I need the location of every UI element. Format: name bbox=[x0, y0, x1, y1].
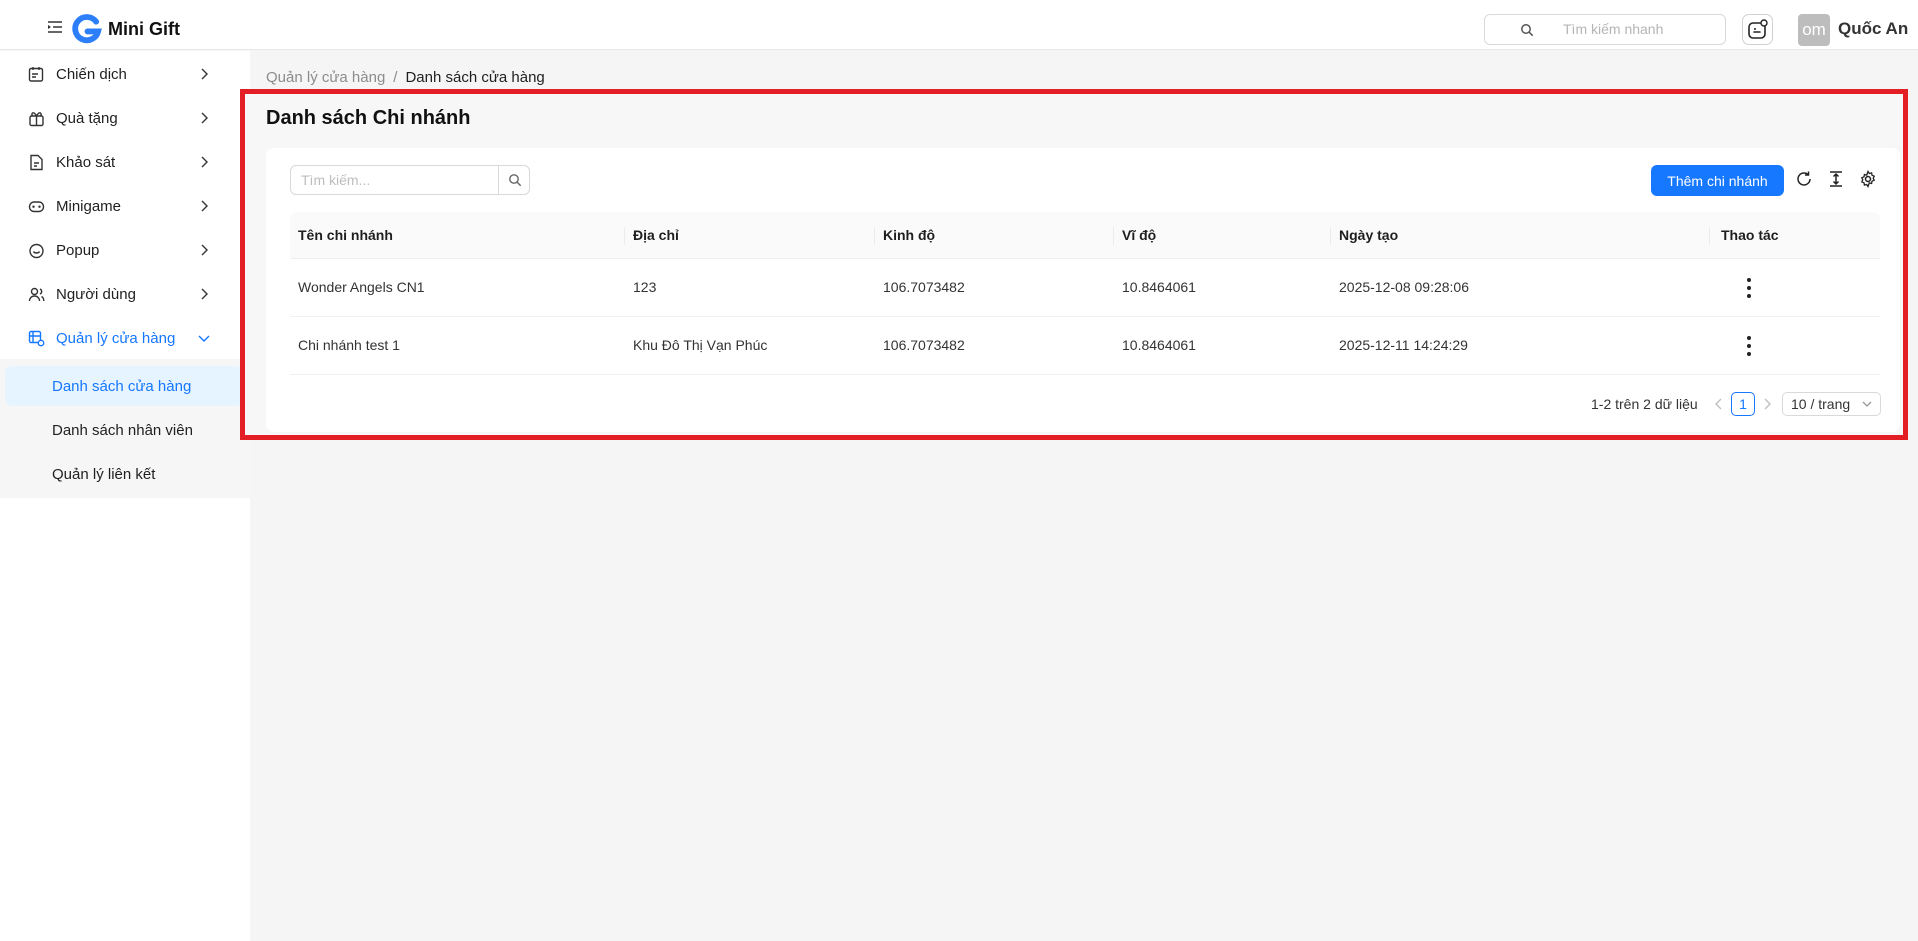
column-header-created-date[interactable]: Ngày tạo bbox=[1339, 227, 1398, 243]
chevron-right-icon bbox=[201, 68, 208, 80]
page-size-select[interactable]: 10 / trang bbox=[1782, 392, 1881, 416]
cell-branch-name: Chi nhánh test 1 bbox=[298, 337, 400, 353]
sidebar-item-label: Khảo sát bbox=[56, 154, 116, 171]
more-vertical-icon[interactable] bbox=[1742, 334, 1756, 358]
sidebar-item-label: Quản lý cửa hàng bbox=[56, 330, 176, 347]
avatar[interactable]: om bbox=[1798, 14, 1830, 46]
cell-address: 123 bbox=[633, 279, 657, 295]
pagination-page-1[interactable]: 1 bbox=[1731, 392, 1755, 416]
add-branch-button[interactable]: Thêm chi nhánh bbox=[1651, 165, 1784, 196]
chevron-down-icon bbox=[198, 335, 210, 342]
sidebar-subitem-label: Danh sách nhân viên bbox=[52, 422, 193, 439]
chevron-left-icon[interactable] bbox=[1714, 397, 1724, 411]
page-title: Danh sách Chi nhánh bbox=[266, 107, 471, 129]
cell-longitude: 106.7073482 bbox=[883, 337, 965, 353]
sidebar-subitem-store-list[interactable]: Danh sách cửa hàng bbox=[5, 366, 243, 406]
search-icon bbox=[508, 174, 521, 187]
column-divider bbox=[1330, 227, 1331, 245]
cell-latitude: 10.8464061 bbox=[1122, 279, 1196, 295]
cell-longitude: 106.7073482 bbox=[883, 279, 965, 295]
document-icon bbox=[30, 154, 43, 171]
breadcrumb-current: Danh sách cửa hàng bbox=[405, 69, 545, 86]
sidebar-item-label: Quà tặng bbox=[56, 110, 118, 127]
column-height-icon[interactable] bbox=[1827, 170, 1845, 188]
column-header-longitude[interactable]: Kinh độ bbox=[883, 227, 935, 243]
sidebar-item-label: Chiến dịch bbox=[56, 66, 127, 83]
chevron-right-icon bbox=[201, 200, 208, 212]
user-name[interactable]: Quốc An bbox=[1838, 19, 1908, 39]
quick-search-input[interactable] bbox=[1563, 21, 1713, 37]
sidebar-subitem-link-management[interactable]: Quản lý liên kết bbox=[5, 454, 243, 494]
quick-search-box[interactable] bbox=[1484, 14, 1726, 45]
sidebar-item-survey[interactable]: Khảo sát bbox=[0, 142, 250, 182]
chevron-right-icon bbox=[201, 288, 208, 300]
column-divider bbox=[1113, 227, 1114, 245]
column-header-address[interactable]: Địa chỉ bbox=[633, 227, 679, 243]
top-header: Mini Gift om Quốc An bbox=[0, 0, 1918, 50]
sidebar-subitem-staff-list[interactable]: Danh sách nhân viên bbox=[5, 410, 243, 450]
sidebar-item-label: Người dùng bbox=[56, 286, 136, 303]
more-vertical-icon[interactable] bbox=[1742, 276, 1756, 300]
chat-bot-icon bbox=[1747, 18, 1768, 39]
sidebar-subitem-label: Quản lý liên kết bbox=[52, 466, 156, 483]
gift-icon bbox=[29, 112, 44, 127]
users-icon bbox=[28, 287, 45, 302]
breadcrumb-separator: / bbox=[393, 69, 398, 86]
menu-fold-icon[interactable] bbox=[47, 20, 63, 34]
sidebar-item-campaign[interactable]: Chiến dịch bbox=[0, 54, 250, 94]
column-header-latitude[interactable]: Vĩ độ bbox=[1122, 227, 1156, 243]
table-search-box[interactable] bbox=[290, 165, 530, 195]
chevron-right-icon bbox=[201, 112, 208, 124]
chevron-down-icon bbox=[1862, 401, 1872, 407]
support-chat-button[interactable] bbox=[1742, 14, 1773, 45]
cell-created-date: 2025-12-08 09:28:06 bbox=[1339, 279, 1469, 295]
sidebar-item-popup[interactable]: Popup bbox=[0, 230, 250, 270]
app-name: Mini Gift bbox=[108, 19, 180, 39]
table-header: Tên chi nhánh Địa chỉ Kinh độ Vĩ độ Ngày… bbox=[290, 212, 1880, 259]
column-header-name[interactable]: Tên chi nhánh bbox=[298, 227, 393, 243]
sidebar-item-users[interactable]: Người dùng bbox=[0, 274, 250, 314]
cell-address: Khu Đô Thị Vạn Phúc bbox=[633, 337, 768, 353]
breadcrumb-parent-link[interactable]: Quản lý cửa hàng bbox=[266, 69, 385, 86]
cell-branch-name: Wonder Angels CN1 bbox=[298, 279, 425, 295]
table-row[interactable]: Wonder Angels CN1 123 106.7073482 10.846… bbox=[290, 259, 1880, 317]
breadcrumb: Quản lý cửa hàng / Danh sách cửa hàng bbox=[266, 69, 545, 86]
chevron-right-icon bbox=[201, 156, 208, 168]
settings-gear-icon[interactable] bbox=[1859, 170, 1877, 188]
app-logo-icon bbox=[72, 14, 102, 44]
sidebar-item-minigame[interactable]: Minigame bbox=[0, 186, 250, 226]
calendar-edit-icon bbox=[28, 67, 44, 82]
search-icon bbox=[1521, 24, 1534, 37]
cell-latitude: 10.8464061 bbox=[1122, 337, 1196, 353]
store-icon bbox=[28, 330, 45, 347]
sidebar: Chiến dịch Quà tặng Khảo sát Minigame Po… bbox=[0, 51, 250, 941]
column-header-actions: Thao tác bbox=[1721, 227, 1779, 243]
column-divider bbox=[1709, 227, 1710, 245]
column-divider bbox=[874, 227, 875, 245]
sidebar-item-label: Popup bbox=[56, 242, 100, 259]
sidebar-item-store-management[interactable]: Quản lý cửa hàng bbox=[0, 318, 250, 358]
chevron-right-icon[interactable] bbox=[1762, 397, 1772, 411]
popup-icon bbox=[29, 243, 44, 259]
sidebar-subitem-label: Danh sách cửa hàng bbox=[52, 378, 192, 395]
reload-icon[interactable] bbox=[1795, 170, 1813, 188]
pagination-info: 1-2 trên 2 dữ liệu bbox=[1591, 396, 1698, 412]
table-row[interactable]: Chi nhánh test 1 Khu Đô Thị Vạn Phúc 106… bbox=[290, 317, 1880, 375]
table-search-button[interactable] bbox=[498, 165, 530, 195]
cell-created-date: 2025-12-11 14:24:29 bbox=[1339, 337, 1468, 353]
sidebar-item-gifts[interactable]: Quà tặng bbox=[0, 98, 250, 138]
page-size-value: 10 / trang bbox=[1791, 396, 1851, 412]
chevron-right-icon bbox=[201, 244, 208, 256]
game-controller-icon bbox=[28, 201, 45, 213]
sidebar-item-label: Minigame bbox=[56, 198, 122, 215]
column-divider bbox=[624, 227, 625, 245]
table-search-input[interactable] bbox=[301, 172, 501, 188]
